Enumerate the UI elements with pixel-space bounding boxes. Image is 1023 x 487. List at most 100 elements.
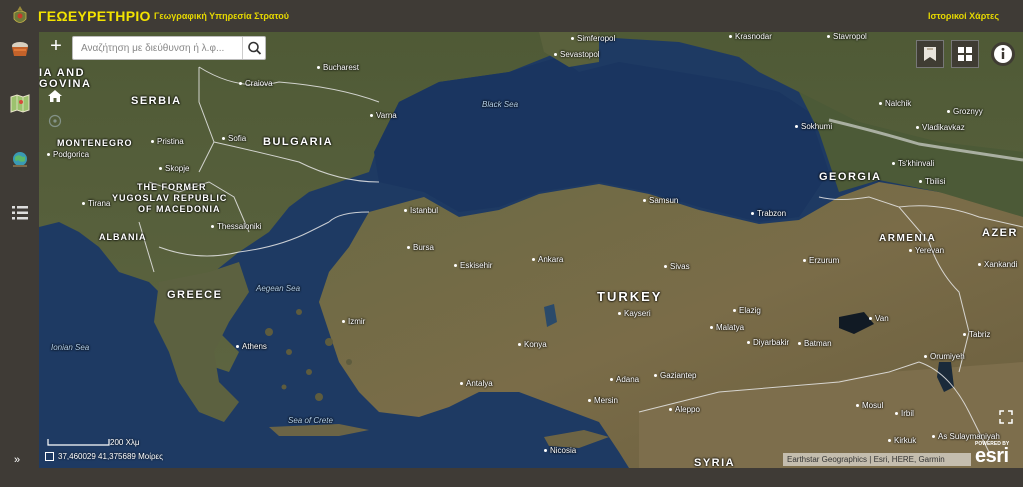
globe-icon bbox=[13, 152, 27, 167]
city-label-groznyy: Groznyy bbox=[947, 107, 983, 116]
esri-name: esri bbox=[975, 445, 1009, 467]
country-label-turkey: TURKEY bbox=[597, 289, 663, 304]
left-toolbar: » bbox=[0, 32, 39, 487]
country-label-macedonia-2: YUGOSLAV REPUBLIC bbox=[112, 193, 228, 203]
bookmark-widget-button[interactable] bbox=[916, 40, 944, 68]
city-label-batman: Batman bbox=[798, 339, 832, 348]
city-label-gaziantep: Gaziantep bbox=[654, 371, 696, 380]
city-label-podgorica: Podgorica bbox=[47, 150, 89, 159]
city-label-vladikavkaz: Vladikavkaz bbox=[916, 123, 965, 132]
country-label-macedonia-1: THE FORMER bbox=[137, 182, 207, 192]
bottom-bar bbox=[0, 468, 1023, 487]
map-layers-icon bbox=[10, 94, 30, 113]
city-label-sevastopol: Sevastopol bbox=[554, 50, 600, 59]
city-label-nicosia: Nicosia bbox=[544, 446, 576, 455]
country-label-syria: SYRIA bbox=[694, 457, 736, 468]
expand-sidebar-button[interactable]: » bbox=[14, 454, 20, 466]
app-root: ΓΕΩΕΥΡΕΤΗΡΙΟ Γεωγραφική Υπηρεσία Στρατού… bbox=[0, 0, 1023, 487]
search-button[interactable] bbox=[242, 37, 265, 59]
city-label-varna: Varna bbox=[370, 111, 397, 120]
header: ΓΕΩΕΥΡΕΤΗΡΙΟ Γεωγραφική Υπηρεσία Στρατού… bbox=[0, 0, 1023, 32]
locate-icon bbox=[48, 114, 62, 128]
city-label-kayseri: Kayseri bbox=[618, 309, 651, 318]
city-label-adana: Adana bbox=[610, 375, 639, 384]
city-label-bursa: Bursa bbox=[407, 243, 434, 252]
crosshair-icon[interactable] bbox=[45, 452, 54, 462]
city-label-craiova: Craiova bbox=[239, 79, 273, 88]
app-title: ΓΕΩΕΥΡΕΤΗΡΙΟ bbox=[38, 8, 151, 24]
country-label-armenia: ARMENIA bbox=[879, 233, 937, 244]
city-label-izmir: Izmir bbox=[342, 317, 365, 326]
city-label-diyarbakir: Diyarbakir bbox=[747, 338, 789, 347]
historic-maps-link[interactable]: Ιστορικοί Χάρτες bbox=[928, 11, 999, 21]
city-label-sofia: Sofia bbox=[222, 134, 246, 143]
city-label-konya: Konya bbox=[518, 340, 547, 349]
country-label-bulgaria: BULGARIA bbox=[263, 136, 334, 148]
scale-label: 200 Χλμ bbox=[110, 438, 140, 447]
locate-button[interactable] bbox=[46, 112, 64, 130]
city-label-samsun: Samsun bbox=[643, 196, 678, 205]
city-label-eskisehir: Eskisehir bbox=[454, 261, 492, 270]
city-label-as-sulaymaniyah: As Sulaymaniyah bbox=[932, 432, 1000, 441]
sea-label-aegean: Aegean Sea bbox=[256, 284, 301, 293]
city-label-krasnodar: Krasnodar bbox=[729, 32, 772, 41]
map-layers-button[interactable] bbox=[9, 92, 31, 114]
city-label-sivas: Sivas bbox=[664, 262, 690, 271]
city-label-irbil: Irbil bbox=[895, 409, 914, 418]
info-button[interactable] bbox=[991, 42, 1015, 66]
country-label-azerbaijan: AZER bbox=[982, 227, 1018, 239]
basemap-gallery-button[interactable] bbox=[951, 40, 979, 68]
coordinates-readout: 37,460029 41,375689 Μοίρες bbox=[45, 452, 163, 466]
city-label-van: Van bbox=[869, 314, 889, 323]
list-button[interactable] bbox=[9, 202, 31, 224]
city-label-kirkuk: Kirkuk bbox=[888, 436, 916, 445]
city-label-malatya: Malatya bbox=[710, 323, 744, 332]
map-attribution: Earthstar Geographics | Esri, HERE, Garm… bbox=[783, 453, 971, 466]
basket-icon bbox=[12, 42, 28, 56]
city-label-tabriz: Tabriz bbox=[963, 330, 990, 339]
country-label-montenegro: MONTENEGRO bbox=[57, 138, 133, 148]
city-label-aleppo: Aleppo bbox=[669, 405, 700, 414]
search-input[interactable] bbox=[73, 37, 243, 59]
city-label-mosul: Mosul bbox=[856, 401, 883, 410]
city-label-tbilisi: Tbilisi bbox=[919, 177, 945, 186]
home-icon bbox=[48, 90, 62, 102]
basket-button[interactable] bbox=[9, 38, 31, 60]
esri-logo: POWERED BY esri bbox=[973, 441, 1017, 467]
country-label-serbia: SERBIA bbox=[131, 95, 182, 107]
city-label-orumiyeh: Orumiyeh bbox=[924, 352, 965, 361]
city-label-ts-khinvali: Ts'khinvali bbox=[892, 159, 934, 168]
search-box bbox=[72, 36, 266, 60]
zoom-in-button[interactable]: + bbox=[45, 36, 67, 58]
city-label-nalchik: Nalchik bbox=[879, 99, 911, 108]
city-label-pristina: Pristina bbox=[151, 137, 184, 146]
city-label-yerevan: Yerevan bbox=[909, 246, 944, 255]
bookmark-icon bbox=[924, 47, 936, 61]
city-label-athens: Athens bbox=[236, 342, 267, 351]
list-icon bbox=[12, 206, 28, 220]
home-button[interactable] bbox=[46, 87, 64, 105]
city-label-tirana: Tirana bbox=[82, 199, 110, 208]
city-label-sokhumi: Sokhumi bbox=[795, 122, 832, 131]
country-label-greece: GREECE bbox=[167, 289, 223, 301]
city-label-mersin: Mersin bbox=[588, 396, 618, 405]
country-label-macedonia-3: OF MACEDONIA bbox=[138, 204, 221, 214]
army-emblem-icon bbox=[13, 6, 27, 23]
grid-icon bbox=[958, 47, 972, 61]
info-icon bbox=[994, 45, 1012, 63]
fullscreen-icon[interactable] bbox=[999, 410, 1013, 424]
coordinates-text: 37,460029 41,375689 Μοίρες bbox=[58, 452, 163, 461]
city-label-thessaloniki: Thessaloniki bbox=[211, 222, 261, 231]
search-icon bbox=[248, 41, 262, 55]
city-label-trabzon: Trabzon bbox=[751, 209, 786, 218]
city-label-stavropol: Stavropol bbox=[827, 32, 867, 41]
country-label-georgia: GEORGIA bbox=[819, 171, 882, 183]
map-view[interactable]: IA AND GOVINA SERBIA BULGARIA MONTENEGRO… bbox=[39, 32, 1023, 468]
country-label-albania: ALBANIA bbox=[99, 232, 147, 242]
globe-button[interactable] bbox=[9, 148, 31, 170]
city-label-elazig: Elazig bbox=[733, 306, 761, 315]
city-label-skopje: Skopje bbox=[159, 164, 189, 173]
sea-label-crete: Sea of Crete bbox=[288, 416, 333, 425]
city-label-bucharest: Bucharest bbox=[317, 63, 359, 72]
city-label-istanbul: Istanbul bbox=[404, 206, 438, 215]
